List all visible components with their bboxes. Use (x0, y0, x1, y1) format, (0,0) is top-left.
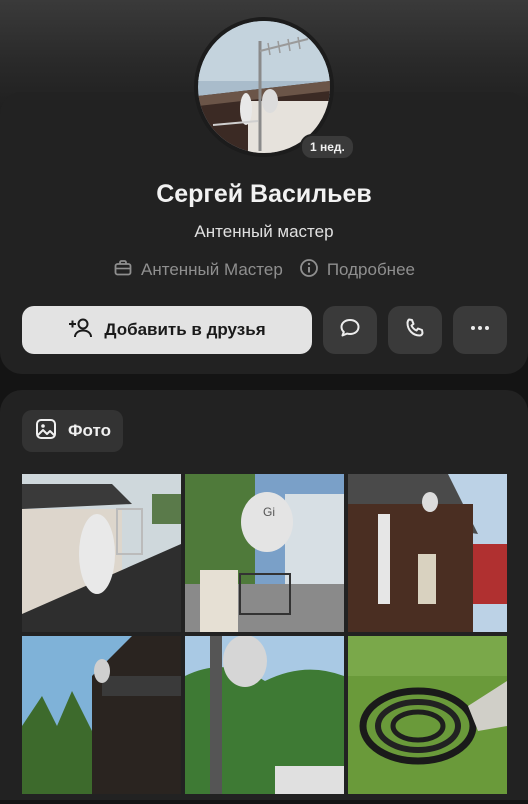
photos-section: Фото Gi (0, 390, 528, 800)
add-friend-button[interactable]: Добавить в друзья (22, 306, 312, 354)
more-info-link[interactable]: Подробнее (299, 258, 415, 282)
svg-text:Gi: Gi (263, 505, 275, 519)
add-user-icon (68, 317, 94, 344)
message-button[interactable] (323, 306, 377, 354)
photos-label: Фото (68, 421, 111, 440)
ellipsis-icon (468, 316, 492, 345)
chat-bubble-icon (338, 316, 362, 345)
info-icon (299, 258, 319, 283)
photo-grid: Gi (22, 474, 507, 804)
photo-thumb[interactable] (185, 636, 344, 794)
add-friend-label: Добавить в друзья (104, 320, 266, 339)
action-bar: Добавить в друзья (0, 306, 528, 354)
profile-info-row: Антенный Мастер Подробнее (0, 258, 528, 282)
briefcase-icon (113, 258, 133, 283)
photos-tab[interactable]: Фото (22, 410, 123, 452)
photo-thumb[interactable] (22, 474, 181, 632)
image-icon (34, 417, 58, 446)
avatar-badge: 1 нед. (300, 134, 355, 160)
company-link[interactable]: Антенный Мастер (113, 258, 283, 282)
profile-status: Антенный мастер (194, 222, 334, 241)
photo-thumb[interactable] (348, 636, 507, 794)
photo-thumb[interactable]: Gi (185, 474, 344, 632)
call-button[interactable] (388, 306, 442, 354)
photo-thumb[interactable] (348, 474, 507, 632)
profile-name: Сергей Васильев (156, 180, 372, 208)
more-button[interactable] (453, 306, 507, 354)
company-label: Антенный Мастер (141, 260, 283, 279)
phone-icon (403, 316, 427, 345)
photo-thumb[interactable] (22, 636, 181, 794)
more-info-label: Подробнее (326, 260, 415, 279)
